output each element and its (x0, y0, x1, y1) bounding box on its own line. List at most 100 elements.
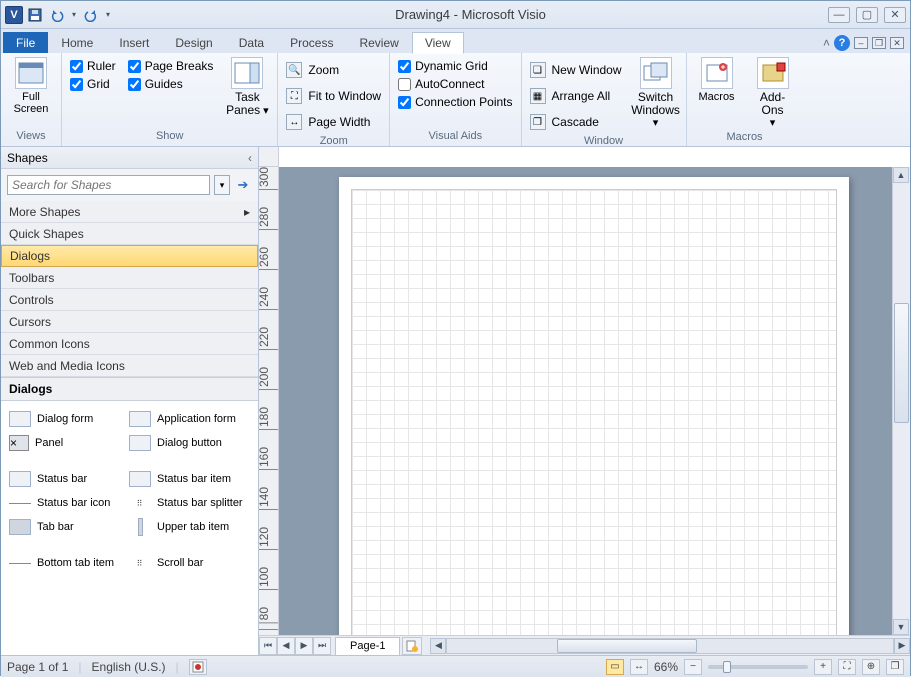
scroll-up-icon[interactable]: ▲ (893, 167, 909, 183)
next-page-button[interactable]: ▶ (295, 637, 313, 655)
tab-design[interactable]: Design (162, 32, 225, 53)
stencil-item[interactable]: Cursors (1, 311, 258, 333)
zoom-knob[interactable] (723, 661, 731, 673)
drawing-page[interactable] (339, 177, 849, 635)
full-screen-button[interactable]: Full Screen (9, 57, 53, 128)
task-panes-button[interactable]: Task Panes ▾ (225, 57, 269, 128)
guides-checkbox[interactable]: Guides (128, 77, 214, 91)
mdi-restore-button[interactable]: ❐ (872, 37, 886, 49)
connection-points-checkbox[interactable]: Connection Points (398, 95, 512, 109)
app-logo[interactable]: V (5, 6, 23, 24)
stencil-item[interactable]: Common Icons (1, 333, 258, 355)
page-tab-1[interactable]: Page-1 (335, 637, 400, 655)
zoom-in-button[interactable]: + (814, 659, 832, 675)
stencil-item[interactable]: Web and Media Icons (1, 355, 258, 377)
minimize-ribbon-icon[interactable]: ˄ (823, 36, 830, 50)
page-breaks-checkbox[interactable]: Page Breaks (128, 59, 214, 73)
shape-item[interactable]: Dialog form (7, 407, 127, 431)
maximize-button[interactable]: ▢ (856, 7, 878, 23)
last-page-button[interactable]: ⏭ (313, 637, 331, 655)
switch-windows-status-icon[interactable]: ❐ (886, 659, 904, 675)
shape-item[interactable]: Tab bar (7, 515, 127, 539)
dynamic-grid-checkbox[interactable]: Dynamic Grid (398, 59, 512, 73)
zoom-button[interactable]: 🔍Zoom (286, 59, 381, 81)
shape-label: Upper tab item (157, 521, 229, 533)
cascade-button[interactable]: ❐Cascade (530, 111, 622, 133)
shape-item[interactable]: Status bar (7, 467, 127, 491)
zoom-level[interactable]: 66% (654, 660, 678, 674)
tab-process[interactable]: Process (277, 32, 346, 53)
macros-button[interactable]: Macros (695, 57, 739, 129)
page-width-status-icon[interactable]: ↔ (630, 659, 648, 675)
search-dropdown[interactable]: ▾ (214, 175, 230, 195)
vertical-ruler[interactable]: 30028026024022020018016014012010080 (259, 167, 279, 635)
stencil-item[interactable]: Quick Shapes (1, 223, 258, 245)
tab-file[interactable]: File (3, 32, 48, 53)
shape-item[interactable]: Upper tab item (127, 515, 247, 539)
shapes-search-input[interactable] (7, 175, 210, 195)
dynamic-grid-label: Dynamic Grid (415, 59, 488, 73)
tab-data[interactable]: Data (226, 32, 277, 53)
fit-to-window-button[interactable]: ⛶Fit to Window (286, 85, 381, 107)
addons-button[interactable]: Add-Ons▾ (751, 57, 795, 129)
shape-item[interactable]: Application form (127, 407, 247, 431)
undo-button[interactable] (47, 5, 67, 25)
more-shapes-item[interactable]: More Shapes▸ (1, 201, 258, 223)
stencil-item[interactable]: Dialogs (1, 245, 258, 267)
drawing-surface[interactable] (279, 167, 892, 635)
save-button[interactable] (25, 5, 45, 25)
stencil-item[interactable]: Controls (1, 289, 258, 311)
vscroll-thumb[interactable] (894, 303, 909, 423)
zoom-out-button[interactable]: − (684, 659, 702, 675)
shape-item[interactable]: ×Panel (7, 431, 127, 455)
shape-item[interactable]: Dialog button (127, 431, 247, 455)
tab-view[interactable]: View (412, 32, 464, 54)
hscroll-thumb[interactable] (557, 639, 697, 653)
switch-windows-icon (640, 57, 672, 89)
scroll-left-icon[interactable]: ◀ (430, 638, 446, 654)
shape-item[interactable]: Status bar item (127, 467, 247, 491)
mdi-close-button[interactable]: ✕ (890, 37, 904, 49)
ruler-checkbox[interactable]: Ruler (70, 59, 116, 73)
autoconnect-checkbox[interactable]: AutoConnect (398, 77, 512, 91)
fit-icon: ⛶ (286, 88, 302, 104)
fit-page-status-icon[interactable]: ⛶ (838, 659, 856, 675)
arrange-all-button[interactable]: ▦Arrange All (530, 85, 622, 107)
undo-menu[interactable]: ▾ (69, 5, 79, 25)
shape-item[interactable]: ⠿Scroll bar (127, 551, 247, 575)
shapes-header: Shapes ‹ (1, 147, 258, 169)
language-status[interactable]: English (U.S.) (92, 660, 166, 674)
shape-label: Tab bar (37, 521, 74, 533)
presentation-mode-icon[interactable]: ▭ (606, 659, 624, 675)
vertical-scrollbar[interactable]: ▲ ▼ (892, 167, 910, 635)
shape-item[interactable]: Bottom tab item (7, 551, 127, 575)
search-go-icon[interactable]: ➔ (234, 176, 252, 194)
shape-item[interactable]: ⠿Status bar splitter (127, 491, 247, 515)
close-button[interactable]: ✕ (884, 7, 906, 23)
horizontal-scrollbar[interactable]: ◀ ▶ (430, 638, 910, 654)
help-icon[interactable]: ? (834, 35, 850, 51)
tab-review[interactable]: Review (346, 32, 411, 53)
full-screen-status-icon[interactable]: ⊕ (862, 659, 880, 675)
insert-page-button[interactable] (402, 637, 422, 655)
stencil-item[interactable]: Toolbars (1, 267, 258, 289)
collapse-shapes-icon[interactable]: ‹ (248, 151, 252, 165)
tab-insert[interactable]: Insert (106, 32, 162, 53)
grid-checkbox[interactable]: Grid (70, 77, 116, 91)
qat-customize[interactable]: ▾ (103, 5, 113, 25)
redo-button[interactable] (81, 5, 101, 25)
macro-record-icon[interactable] (189, 659, 207, 675)
zoom-slider[interactable] (708, 665, 808, 669)
new-window-button[interactable]: ❏New Window (530, 59, 622, 81)
shape-item[interactable]: Status bar icon (7, 491, 127, 515)
prev-page-button[interactable]: ◀ (277, 637, 295, 655)
group-show-label: Show (70, 128, 269, 144)
mdi-minimize-button[interactable]: – (854, 37, 868, 49)
switch-windows-button[interactable]: Switch Windows ▾ (634, 57, 678, 133)
scroll-down-icon[interactable]: ▼ (893, 619, 909, 635)
minimize-button[interactable]: — (828, 7, 850, 23)
first-page-button[interactable]: ⏮ (259, 637, 277, 655)
tab-home[interactable]: Home (48, 32, 106, 53)
scroll-right-icon[interactable]: ▶ (894, 638, 910, 654)
page-width-button[interactable]: ↔Page Width (286, 111, 381, 133)
